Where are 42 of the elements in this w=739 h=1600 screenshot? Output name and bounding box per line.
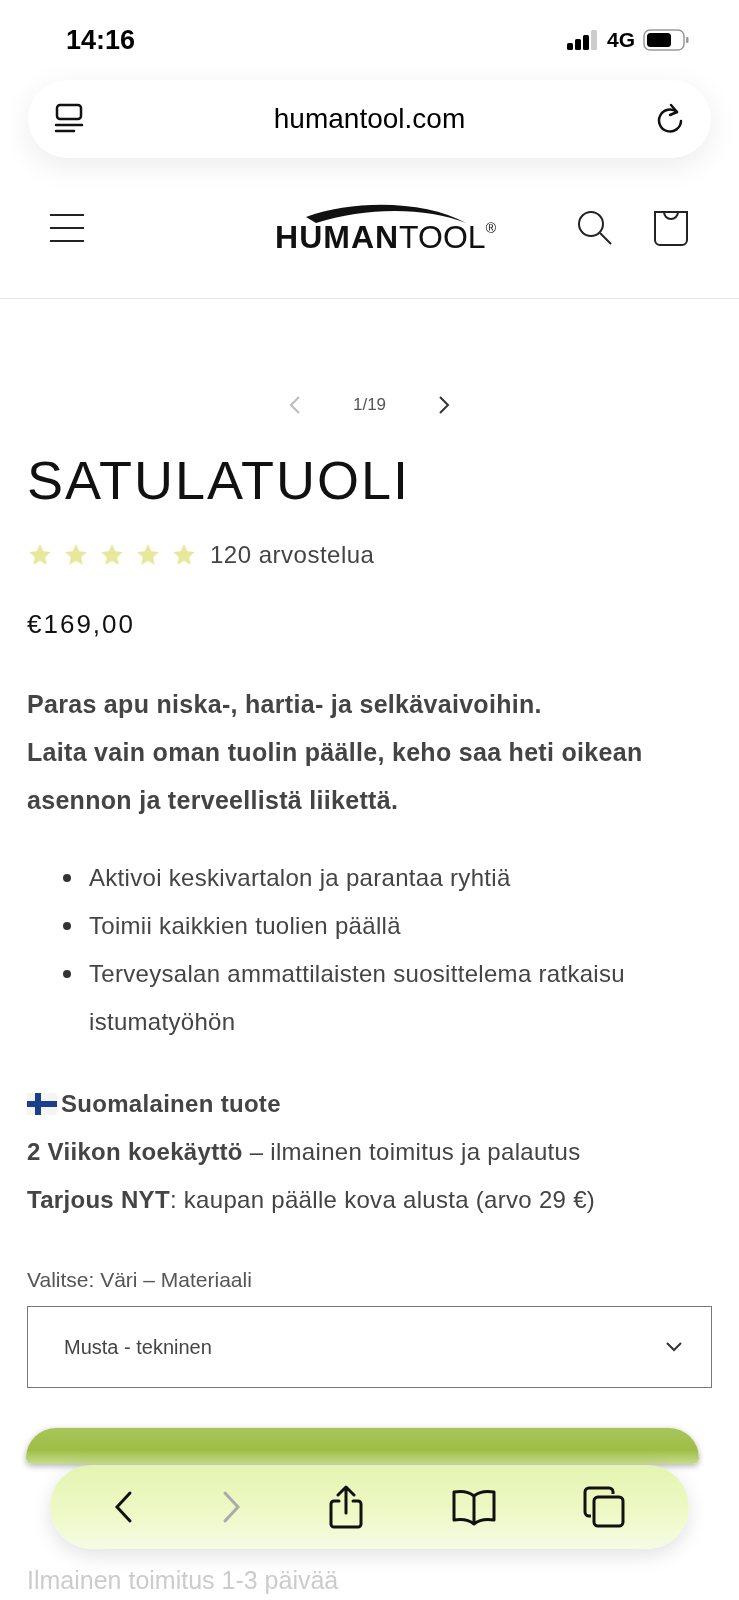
share-icon[interactable] [328,1485,365,1529]
clock: 14:16 [66,24,136,56]
intro-text: Laita vain oman tuolin päälle, keho saa heti oikean asennon ja terveellistä liikettä. [27,737,644,816]
bullet-dot [63,874,71,882]
menu-icon[interactable] [50,213,84,243]
url-text: humantool.com [273,103,466,135]
bullet-dot [63,970,71,978]
address-bar[interactable]: humantool.com [28,80,711,158]
battery-icon [643,29,689,51]
reader-icon[interactable] [54,103,84,135]
network-label: 4G [607,28,635,52]
bullet-text: Terveysalan ammattilaisten suosittelema ratkaisu istumatyöhön [89,959,626,1037]
star-icon [27,542,53,568]
intro-text: Paras apu niska-, hartia- ja selkävaivoihin. [27,689,543,720]
chevron-down-icon [665,1341,683,1353]
variant-select[interactable]: Musta - tekninen [27,1306,712,1388]
back-icon[interactable] [113,1490,134,1524]
reload-icon[interactable] [655,103,685,135]
price: €169,00 [27,609,136,640]
origin-text: Suomalainen tuote [61,1089,281,1119]
bullet-text: Toimii kaikkien tuolien päällä [89,911,401,941]
star-icon [135,542,161,568]
flag-icon [27,1093,57,1115]
signal-icon [567,30,599,50]
offer-text: 2 Viikon koekäyttö – ilmainen toimitus ja palautus [27,1137,582,1167]
variant-label: Valitse: Väri – Materiaali [27,1268,253,1292]
star-icon [99,542,125,568]
book-icon[interactable] [451,1488,496,1526]
next-icon[interactable] [438,395,451,415]
search-icon[interactable] [577,210,613,246]
bullet-text: Aktivoi keskivartalon ja parantaa ryhtiä [89,863,511,893]
image-counter: 1/19 [352,395,387,415]
logo[interactable]: HUMANTOOL® [275,203,496,253]
star-icon [63,542,89,568]
star-icon [171,542,197,568]
bag-icon[interactable] [653,209,689,247]
review-count[interactable]: 120 arvostelua [210,541,375,569]
swoosh-icon [305,203,466,225]
tabs-icon[interactable] [583,1486,626,1528]
product-title: SATULATUOLI [27,449,412,511]
offer-text: Tarjous NYT: kaupan päälle kova alusta (arvo 29 €) [27,1185,597,1215]
bullet-dot [63,922,71,930]
